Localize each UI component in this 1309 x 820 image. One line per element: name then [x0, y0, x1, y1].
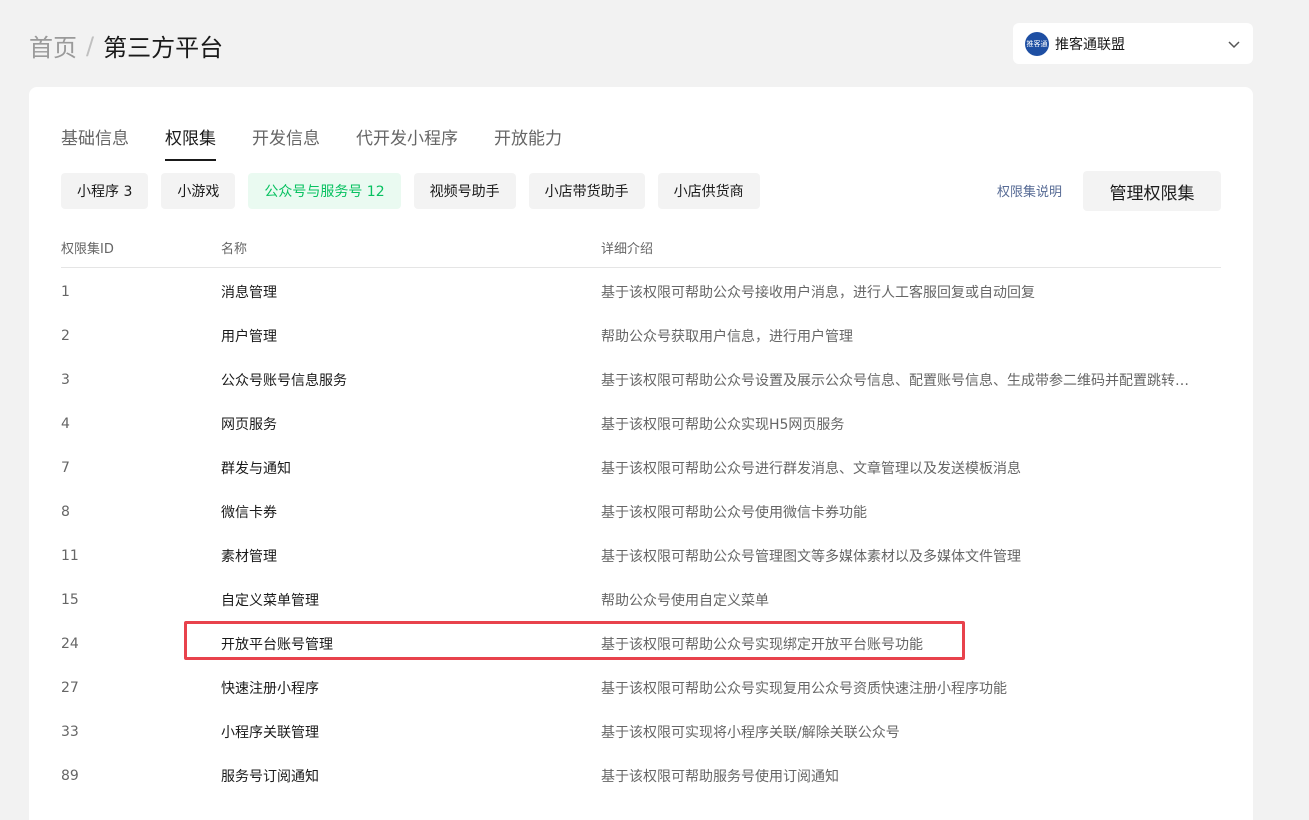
table-row: 2 用户管理 帮助公众号获取用户信息，进行用户管理	[61, 314, 1221, 358]
row-id: 15	[61, 592, 79, 608]
permissions-table: 权限集ID 名称 详细介绍 1 消息管理 基于该权限可帮助公众号接收用户消息，进行人…	[61, 227, 1221, 798]
row-name: 用户管理	[221, 329, 277, 345]
table-row: 8 微信卡券 基于该权限可帮助公众号使用微信卡券功能	[61, 490, 1221, 534]
row-desc: 基于该权限可帮助公众号实现绑定开放平台账号功能	[601, 637, 923, 653]
tab-basic-info[interactable]: 基础信息	[61, 124, 129, 161]
row-name: 群发与通知	[221, 461, 291, 477]
table-row: 3 公众号账号信息服务 基于该权限可帮助公众号设置及展示公众号信息、配置账号信息、生…	[61, 358, 1221, 402]
row-desc: 基于该权限可帮助公众号接收用户消息，进行人工客服回复或自动回复	[601, 285, 1035, 301]
row-id: 1	[61, 284, 70, 300]
row-desc: 基于该权限可帮助公众号实现复用公众号资质快速注册小程序功能	[601, 681, 1007, 697]
row-id: 27	[61, 680, 79, 696]
row-name: 消息管理	[221, 285, 277, 301]
tab-bar: 基础信息 权限集 开发信息 代开发小程序 开放能力	[61, 124, 598, 161]
header-desc: 详细介绍	[601, 241, 654, 257]
row-id: 4	[61, 416, 70, 432]
tab-open-capabilities[interactable]: 开放能力	[494, 124, 562, 161]
row-name: 小程序关联管理	[221, 725, 319, 741]
breadcrumb-home[interactable]: 首页	[29, 28, 77, 63]
row-name: 开放平台账号管理	[221, 637, 333, 653]
row-desc: 基于该权限可帮助公众号使用微信卡券功能	[601, 505, 867, 521]
row-name: 自定义菜单管理	[221, 593, 319, 609]
chip-official-account[interactable]: 公众号与服务号 12	[248, 173, 401, 209]
breadcrumb-separator: /	[86, 31, 95, 60]
permission-help-link[interactable]: 权限集说明	[997, 181, 1062, 200]
row-desc: 基于该权限可帮助公众号设置及展示公众号信息、配置账号信息、生成带参二维码并配置跳…	[601, 373, 1189, 389]
header-name: 名称	[221, 241, 248, 257]
tab-permission-sets[interactable]: 权限集	[165, 124, 216, 161]
table-row: 27 快速注册小程序 基于该权限可帮助公众号实现复用公众号资质快速注册小程序功能	[61, 666, 1221, 710]
row-desc: 基于该权限可帮助公众实现H5网页服务	[601, 417, 845, 433]
breadcrumb: 首页 / 第三方平台	[29, 28, 223, 63]
table-row: 15 自定义菜单管理 帮助公众号使用自定义菜单	[61, 578, 1221, 622]
row-name: 素材管理	[221, 549, 277, 565]
row-desc: 基于该权限可帮助公众号管理图文等多媒体素材以及多媒体文件管理	[601, 549, 1021, 565]
table-body: 1 消息管理 基于该权限可帮助公众号接收用户消息，进行人工客服回复或自动回复 2 用户…	[61, 268, 1221, 798]
category-chips: 小程序 3 小游戏 公众号与服务号 12 视频号助手 小店带货助手 小店供货商	[61, 173, 773, 209]
row-name: 网页服务	[221, 417, 277, 433]
row-id: 2	[61, 328, 70, 344]
table-row: 89 服务号订阅通知 基于该权限可帮助服务号使用订阅通知	[61, 754, 1221, 798]
table-row: 1 消息管理 基于该权限可帮助公众号接收用户消息，进行人工客服回复或自动回复	[61, 270, 1221, 314]
row-id: 11	[61, 548, 79, 564]
page-title: 第三方平台	[103, 34, 224, 62]
row-desc: 帮助公众号使用自定义菜单	[601, 593, 769, 609]
row-id: 7	[61, 460, 70, 476]
row-desc: 帮助公众号获取用户信息，进行用户管理	[601, 329, 853, 345]
table-row: 11 素材管理 基于该权限可帮助公众号管理图文等多媒体素材以及多媒体文件管理	[61, 534, 1221, 578]
tab-dev-info[interactable]: 开发信息	[252, 124, 320, 161]
row-id: 3	[61, 372, 70, 388]
row-name: 服务号订阅通知	[221, 769, 319, 785]
row-id: 24	[61, 636, 79, 652]
row-id: 8	[61, 504, 70, 520]
row-id: 33	[61, 724, 79, 740]
row-id: 89	[61, 768, 79, 784]
avatar: 推客通	[1025, 31, 1049, 56]
chip-channels-assistant[interactable]: 视频号助手	[413, 173, 516, 209]
table-row: 7 群发与通知 基于该权限可帮助公众号进行群发消息、文章管理以及发送模板消息	[61, 446, 1221, 490]
row-name: 快速注册小程序	[221, 681, 319, 697]
chevron-down-icon	[1228, 40, 1240, 48]
row-name: 微信卡券	[221, 505, 277, 521]
chip-minigame[interactable]: 小游戏	[161, 173, 236, 209]
account-name: 推客通联盟	[1055, 36, 1125, 53]
row-desc: 基于该权限可实现将小程序关联/解除关联公众号	[601, 725, 900, 741]
main-card: 基础信息 权限集 开发信息 代开发小程序 开放能力 小程序 3 小游戏 公众号与…	[29, 87, 1253, 820]
table-row: 4 网页服务 基于该权限可帮助公众实现H5网页服务	[61, 402, 1221, 446]
tab-proxy-miniprogram[interactable]: 代开发小程序	[356, 124, 458, 161]
row-desc: 基于该权限可帮助公众号进行群发消息、文章管理以及发送模板消息	[601, 461, 1021, 477]
chip-shop-promoter[interactable]: 小店带货助手	[528, 173, 645, 209]
table-row: 24 开放平台账号管理 基于该权限可帮助公众号实现绑定开放平台账号功能	[61, 622, 1221, 666]
chip-miniprogram[interactable]: 小程序 3	[61, 173, 149, 209]
account-selector[interactable]: 推客通 推客通联盟	[1013, 23, 1253, 64]
table-row: 33 小程序关联管理 基于该权限可实现将小程序关联/解除关联公众号	[61, 710, 1221, 754]
row-desc: 基于该权限可帮助服务号使用订阅通知	[601, 769, 839, 785]
header-id: 权限集ID	[61, 241, 114, 257]
chip-shop-supplier[interactable]: 小店供货商	[657, 173, 760, 209]
manage-permissions-button[interactable]: 管理权限集	[1083, 171, 1221, 211]
row-name: 公众号账号信息服务	[221, 373, 347, 389]
table-header: 权限集ID 名称 详细介绍	[61, 227, 1221, 268]
